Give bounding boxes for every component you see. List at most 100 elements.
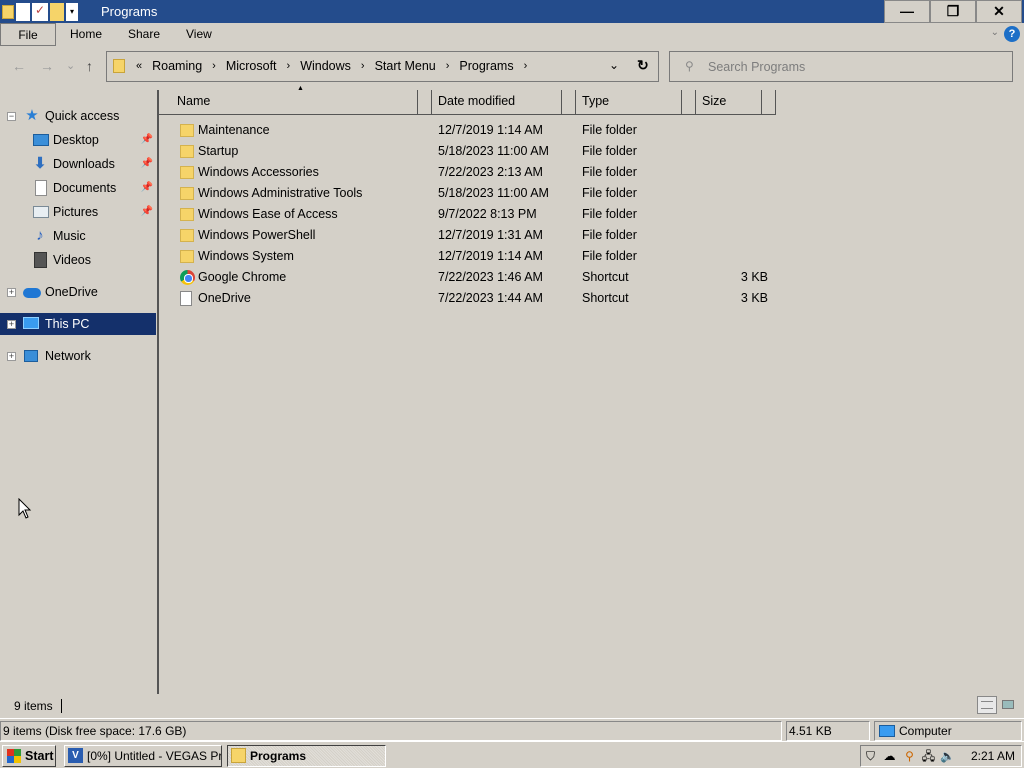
sidebar-item-label: Quick access — [45, 109, 120, 123]
sidebar-item-label: Videos — [53, 253, 91, 267]
security-shield-icon[interactable]: ⛉ — [863, 749, 878, 764]
search-input[interactable] — [708, 58, 998, 76]
expand-ribbon-icon[interactable]: ⌄ — [991, 27, 999, 38]
file-type: File folder — [582, 165, 637, 179]
column-divider[interactable] — [417, 90, 418, 114]
file-row-onedrive[interactable]: OneDrive 7/22/2023 1:44 AM Shortcut 3 KB — [176, 288, 776, 309]
breadcrumb-roaming[interactable]: Roaming — [147, 59, 207, 73]
column-header-date-modified[interactable]: Date modified — [421, 89, 561, 114]
help-icon[interactable]: ? — [1004, 26, 1020, 42]
collapse-icon[interactable]: − — [7, 112, 16, 121]
column-divider[interactable] — [761, 90, 762, 114]
column-header-size[interactable]: Size — [685, 89, 761, 114]
sidebar-item-this-pc[interactable]: + This PC — [0, 313, 156, 335]
onedrive-offline-icon[interactable]: ☁ — [882, 749, 897, 764]
search-tool-icon[interactable]: ⚲ — [902, 749, 917, 764]
expand-icon[interactable]: + — [7, 352, 16, 361]
breadcrumb-start-menu[interactable]: Start Menu — [370, 59, 441, 73]
disk-space-panel: 9 items (Disk free space: 17.6 GB) — [0, 721, 782, 741]
pin-icon: 📌 — [140, 134, 153, 145]
recent-locations-button[interactable]: ⌄ — [66, 59, 75, 72]
pane-divider[interactable] — [157, 90, 159, 694]
expand-icon[interactable]: + — [7, 320, 16, 329]
file-date: 12/7/2019 1:14 AM — [438, 123, 543, 137]
column-header-name[interactable]: Name — [160, 89, 417, 114]
item-count: 9 items — [14, 699, 53, 713]
expand-icon[interactable]: + — [7, 288, 16, 297]
forward-button[interactable]: → — [40, 58, 54, 74]
start-label: Start — [25, 749, 54, 763]
volume-muted-icon[interactable]: 🔈 — [940, 749, 955, 764]
file-row-startup[interactable]: Startup 5/18/2023 11:00 AM File folder — [176, 141, 776, 162]
column-divider[interactable] — [561, 90, 562, 114]
sidebar-item-videos[interactable]: Videos — [0, 249, 157, 271]
file-row-google-chrome[interactable]: Google Chrome 7/22/2023 1:46 AM Shortcut… — [176, 267, 776, 288]
sidebar-item-onedrive[interactable]: + OneDrive — [0, 281, 157, 303]
tab-file[interactable]: File — [0, 23, 56, 46]
file-row-windows-accessories[interactable]: Windows Accessories 7/22/2023 2:13 AM Fi… — [176, 162, 776, 183]
close-button[interactable]: ✕ — [976, 0, 1022, 23]
taskbar-button-vegas[interactable]: V [0%] Untitled - VEGAS Pro... — [64, 745, 222, 767]
restore-button[interactable]: ❐ — [930, 0, 976, 23]
breadcrumb-separator[interactable]: › — [356, 60, 370, 72]
system-tray: ⛉ ☁ ⚲ 🖧 🔈 2:21 AM — [860, 745, 1022, 767]
sidebar-item-label: OneDrive — [45, 285, 98, 299]
document-icon — [35, 180, 47, 196]
breadcrumb-separator[interactable]: › — [207, 60, 221, 72]
customize-toolbar-dropdown[interactable]: ▾ — [66, 2, 78, 21]
file-row-maintenance[interactable]: Maintenance 12/7/2019 1:14 AM File folde… — [176, 120, 776, 141]
details-view-button[interactable] — [977, 696, 997, 714]
large-icons-view-button[interactable] — [999, 696, 1019, 714]
breadcrumb-microsoft[interactable]: Microsoft — [221, 59, 282, 73]
file-date: 7/22/2023 2:13 AM — [438, 165, 543, 179]
network-status-icon[interactable]: 🖧 — [921, 749, 936, 764]
sidebar-item-documents[interactable]: Documents 📌 — [0, 177, 157, 199]
breadcrumb-overflow[interactable]: « — [131, 60, 147, 72]
column-header-type[interactable]: Type — [565, 89, 681, 114]
file-row-windows-ease-of-access[interactable]: Windows Ease of Access 9/7/2022 8:13 PM … — [176, 204, 776, 225]
breadcrumb-programs[interactable]: Programs — [454, 59, 518, 73]
clock[interactable]: 2:21 AM — [971, 749, 1015, 763]
start-button[interactable]: Start — [2, 745, 56, 767]
minimize-button[interactable]: — — [884, 0, 930, 23]
tab-share[interactable]: Share — [118, 23, 170, 46]
address-dropdown-button[interactable]: ⌄ — [609, 58, 619, 72]
refresh-button[interactable]: ↻ — [637, 57, 649, 74]
file-row-windows-administrative-tools[interactable]: Windows Administrative Tools 5/18/2023 1… — [176, 183, 776, 204]
column-divider[interactable] — [775, 90, 776, 114]
breadcrumb-separator[interactable]: › — [519, 60, 533, 72]
back-button[interactable]: ← — [12, 58, 26, 74]
breadcrumb-separator[interactable]: › — [441, 60, 455, 72]
sidebar-item-desktop[interactable]: Desktop 📌 — [0, 129, 157, 151]
search-box[interactable]: ⚲ — [669, 51, 1013, 82]
breadcrumb-separator[interactable]: › — [282, 60, 296, 72]
desktop-icon — [33, 134, 49, 146]
tab-home[interactable]: Home — [60, 23, 112, 46]
file-row-windows-system[interactable]: Windows System 12/7/2019 1:14 AM File fo… — [176, 246, 776, 267]
video-icon — [34, 252, 47, 268]
taskbar: Start V [0%] Untitled - VEGAS Pro... Pro… — [0, 741, 1024, 768]
taskbar-button-label: Programs — [250, 749, 307, 763]
file-row-windows-powershell[interactable]: Windows PowerShell 12/7/2019 1:31 AM Fil… — [176, 225, 776, 246]
up-button[interactable]: ↑ — [86, 58, 93, 74]
address-bar[interactable]: « Roaming › Microsoft › Windows › Start … — [106, 51, 659, 82]
file-name: Windows Accessories — [198, 165, 319, 179]
taskbar-button-programs[interactable]: Programs — [227, 745, 386, 767]
sidebar-item-music[interactable]: ♪ Music — [0, 225, 157, 247]
sidebar-item-network[interactable]: + Network — [0, 345, 157, 367]
properties-icon[interactable] — [16, 2, 30, 21]
location-label: Computer — [899, 724, 952, 738]
breadcrumb-windows[interactable]: Windows — [295, 59, 356, 73]
sidebar-item-pictures[interactable]: Pictures 📌 — [0, 201, 157, 223]
sidebar-item-label: Downloads — [53, 157, 115, 171]
title-bar: ▾ Programs — ❐ ✕ — [0, 0, 1024, 23]
column-divider[interactable] — [681, 90, 682, 114]
sidebar-item-quick-access[interactable]: − ★ Quick access — [0, 105, 157, 127]
file-date: 12/7/2019 1:31 AM — [438, 228, 543, 242]
file-date: 12/7/2019 1:14 AM — [438, 249, 543, 263]
checkbox-icon[interactable] — [32, 2, 48, 21]
file-size: 3 KB — [740, 270, 768, 284]
sidebar-item-downloads[interactable]: ⬇ Downloads 📌 — [0, 153, 157, 175]
tab-view[interactable]: View — [176, 23, 222, 46]
new-folder-icon[interactable] — [50, 2, 64, 21]
